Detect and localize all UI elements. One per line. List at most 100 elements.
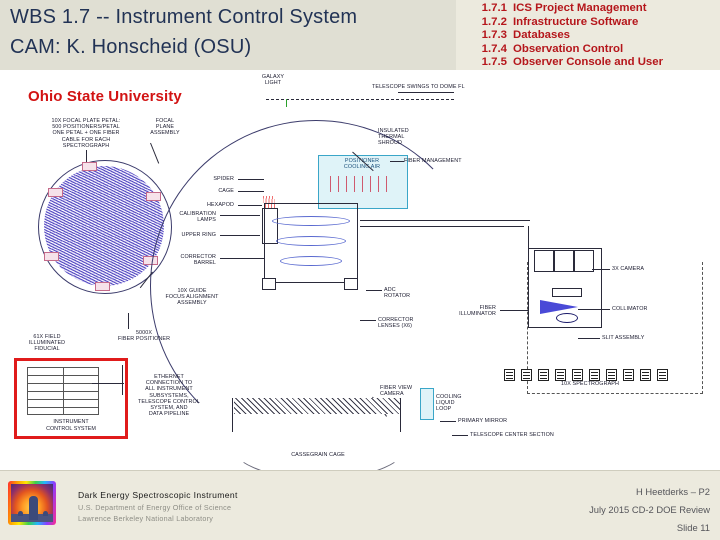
focal-plane-petal [44, 252, 59, 261]
leader-fiber-management [390, 161, 404, 162]
slide: WBS 1.7 -- Instrument Control System CAM… [0, 0, 720, 540]
slit-assembly-shape [556, 313, 578, 323]
focal-plane-petal [146, 192, 161, 201]
label-galaxy-light: GALAXY LIGHT [261, 74, 285, 87]
label-guide-focus-assembly: 10X GUIDE FOCUS ALIGNMENT ASSEMBLY [165, 288, 219, 307]
optical-beam [540, 300, 578, 314]
logo-telescope-silhouette [29, 496, 38, 520]
slide-footer: Dark Energy Spectroscopic Instrument U.S… [0, 470, 720, 540]
fiber-run-1 [360, 220, 530, 221]
label-field-illuminated-fiducial: 61X FIELD ILLUMINATED FIDUCIAL [28, 334, 66, 353]
leader-collimator [578, 309, 610, 310]
adc-rotator-left [262, 278, 276, 290]
leader-corrector-lenses [360, 320, 376, 321]
cassegrain-cage-arc [226, 398, 412, 480]
label-upper-ring: UPPER RING [181, 232, 216, 238]
leader-primary-mirror [440, 421, 456, 422]
leader-upper-ring [220, 235, 260, 236]
footer-event: July 2015 CD-2 DOE Review [589, 504, 710, 515]
logo-bump-right [43, 511, 48, 516]
label-instrument-control-system: INSTRUMENT CONTROL SYSTEM [46, 419, 96, 432]
grating-element [552, 288, 582, 297]
focal-plane-petal [95, 282, 110, 291]
leader-telescope-center-section [452, 435, 468, 436]
spectrograph-unit [606, 369, 617, 381]
spectrograph-unit [589, 369, 600, 381]
leader-spider [238, 179, 264, 180]
spectrograph-unit [572, 369, 583, 381]
label-cage: CAGE [218, 188, 234, 194]
focal-plane-petal [48, 188, 63, 197]
footer-project-title: Dark Energy Spectroscopic Instrument [78, 490, 238, 500]
label-fiber-management: FIBER MANAGEMENT [404, 158, 462, 164]
label-cooling-liquid-loop: COOLING LIQUID LOOP [436, 394, 462, 413]
label-corrector-lenses: CORRECTOR LENSES (X6) [378, 317, 414, 330]
leader-fiber-illuminator [500, 310, 528, 311]
label-insulated-thermal-shroud: INSULATED THERMAL SHROUD [378, 128, 409, 147]
desi-logo [8, 481, 56, 525]
label-10x-spectrograph: 10X SPECTROGRAPH [561, 381, 619, 387]
footer-divider [0, 470, 720, 471]
leader-fiber-positioner [128, 313, 129, 329]
label-spider: SPIDER [213, 176, 234, 182]
footer-presenter: H Heetderks – P2 [636, 486, 710, 497]
corrector-lens-1 [272, 216, 350, 226]
label-hexapod: HEXAPOD [206, 202, 234, 208]
label-3x-camera: 3X CAMERA [612, 266, 645, 272]
leader-hexapod [238, 205, 262, 206]
label-collimator: COLLIMATOR [612, 306, 648, 312]
focal-plane-petal [82, 162, 97, 171]
footer-agency: U.S. Department of Energy Office of Scie… [78, 503, 232, 512]
label-primary-mirror: PRIMARY MIRROR [458, 418, 508, 424]
spectrograph-unit [555, 369, 566, 381]
spectrograph-unit [640, 369, 651, 381]
cooling-air-arrows [330, 176, 388, 192]
fiber-run-2 [360, 226, 524, 227]
fiber-run-drop [528, 226, 529, 248]
label-corrector-barrel: CORRECTOR BARREL [180, 254, 216, 267]
leader-slit-assembly [578, 338, 600, 339]
label-fiber-illuminator: FIBER ILLUMINATOR [459, 305, 496, 318]
callout-line-fpa [150, 142, 160, 164]
spectrograph-enclosure-right [702, 262, 703, 394]
label-ethernet-connection: ETHERNET CONNECTION TO ALL INSTRUMENT SU… [138, 374, 200, 418]
spectrograph-unit [657, 369, 668, 381]
ethernet-bus-h [92, 383, 124, 384]
label-fiber-positioner: 5000X FIBER POSITIONER [117, 330, 171, 343]
spectrograph-unit [623, 369, 634, 381]
institution-label: Ohio State University [28, 88, 182, 105]
spectrograph-unit [521, 369, 532, 381]
swing-arrow-line [398, 92, 454, 93]
label-adc-rotator: ADC ROTATOR [384, 287, 411, 300]
corrector-lens-2 [276, 236, 346, 246]
label-slit-assembly: SLIT ASSEMBLY [602, 335, 645, 341]
spectrograph-enclosure-bottom [527, 393, 703, 394]
cooling-liquid-channel [420, 388, 434, 420]
ics-rack-grid [27, 367, 99, 415]
focal-plane-positioner-field [44, 166, 164, 286]
label-cassegrain-cage: CASSEGRAIN CAGE [291, 452, 345, 458]
footer-lab: Lawrence Berkeley National Laboratory [78, 514, 214, 523]
leader-3x-camera [592, 269, 610, 270]
adc-rotator-right [344, 278, 358, 290]
camera-channel-z [574, 250, 594, 272]
label-telescope-center-section: TELESCOPE CENTER SECTION [470, 432, 554, 438]
camera-channel-r [554, 250, 574, 272]
leader-cage [238, 191, 264, 192]
galaxy-light-ray [286, 99, 287, 107]
label-calibration-lamps: CALIBRATION LAMPS [179, 211, 216, 224]
desi-instrument-diagram: Ohio State University GALAXY LIGHT TELES… [0, 0, 720, 480]
spectrograph-unit [538, 369, 549, 381]
camera-channel-b [534, 250, 554, 272]
footer-slide-number: Slide 11 [676, 522, 710, 533]
leader-corrector-barrel [220, 258, 264, 259]
ethernet-bus-v [122, 365, 123, 395]
spectrograph-unit [504, 369, 515, 381]
label-focal-plate-petal: 10X FOCAL PLATE PETAL: 500 POSITIONERS/P… [51, 118, 121, 149]
dome-floor-dashed-line [266, 99, 454, 100]
logo-bump-left [18, 511, 23, 516]
corrector-lens-3 [280, 256, 342, 266]
label-telescope-swings: TELESCOPE SWINGS TO DOME FL [372, 84, 465, 90]
leader-calibration-lamps [220, 215, 260, 216]
instrument-control-system-box: INSTRUMENT CONTROL SYSTEM [14, 358, 128, 439]
